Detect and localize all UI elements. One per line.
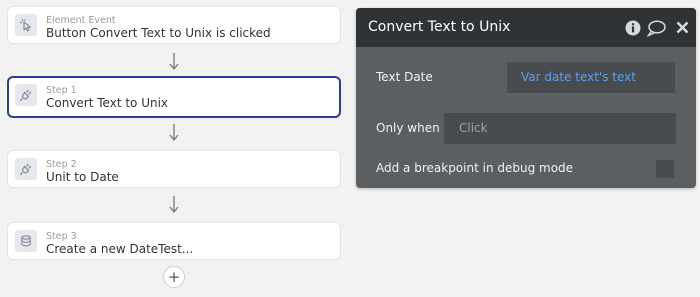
text-date-label: Text Date: [376, 70, 433, 84]
arrow-down-icon: [169, 124, 179, 142]
breakpoint-checkbox[interactable]: [656, 160, 674, 178]
step-label: Unit to Date: [46, 170, 119, 184]
only-when-label: Only when: [376, 121, 440, 135]
comment-icon[interactable]: [647, 20, 666, 37]
action-properties-panel: Convert Text to Unix Text Date Var date …: [356, 8, 696, 188]
info-icon[interactable]: [625, 20, 641, 36]
plugin-icon: [15, 158, 37, 180]
plugin-icon: [15, 84, 37, 106]
breakpoint-label: Add a breakpoint in debug mode: [376, 161, 574, 175]
workflow-step-1[interactable]: Step 1 Convert Text to Unix: [7, 76, 341, 118]
panel-title: Convert Text to Unix: [368, 19, 511, 35]
arrow-down-icon: [169, 53, 179, 71]
add-step-button[interactable]: +: [163, 266, 185, 288]
only-when-condition-field[interactable]: Click: [444, 113, 676, 144]
step-label: Convert Text to Unix: [46, 96, 169, 110]
database-icon: [15, 230, 37, 252]
step-title: Step 2: [46, 159, 77, 170]
workflow-step-2[interactable]: Step 2 Unit to Date: [7, 150, 341, 188]
step-title: Step 1: [46, 85, 77, 96]
workflow-step-event[interactable]: Element Event Button Convert Text to Uni…: [7, 6, 341, 44]
step-label: Button Convert Text to Unix is clicked: [46, 26, 271, 40]
cursor-click-icon: [15, 14, 37, 36]
close-icon[interactable]: [676, 21, 689, 34]
arrow-down-icon: [169, 196, 179, 214]
step-title: Element Event: [46, 15, 116, 26]
step-title: Step 3: [46, 231, 77, 242]
panel-header: Convert Text to Unix: [356, 8, 696, 47]
text-date-expression-field[interactable]: Var date text's text: [507, 62, 675, 93]
step-label: Create a new DateTest...: [46, 242, 194, 256]
plus-icon: +: [167, 267, 181, 286]
workflow-step-3[interactable]: Step 3 Create a new DateTest...: [7, 222, 341, 260]
